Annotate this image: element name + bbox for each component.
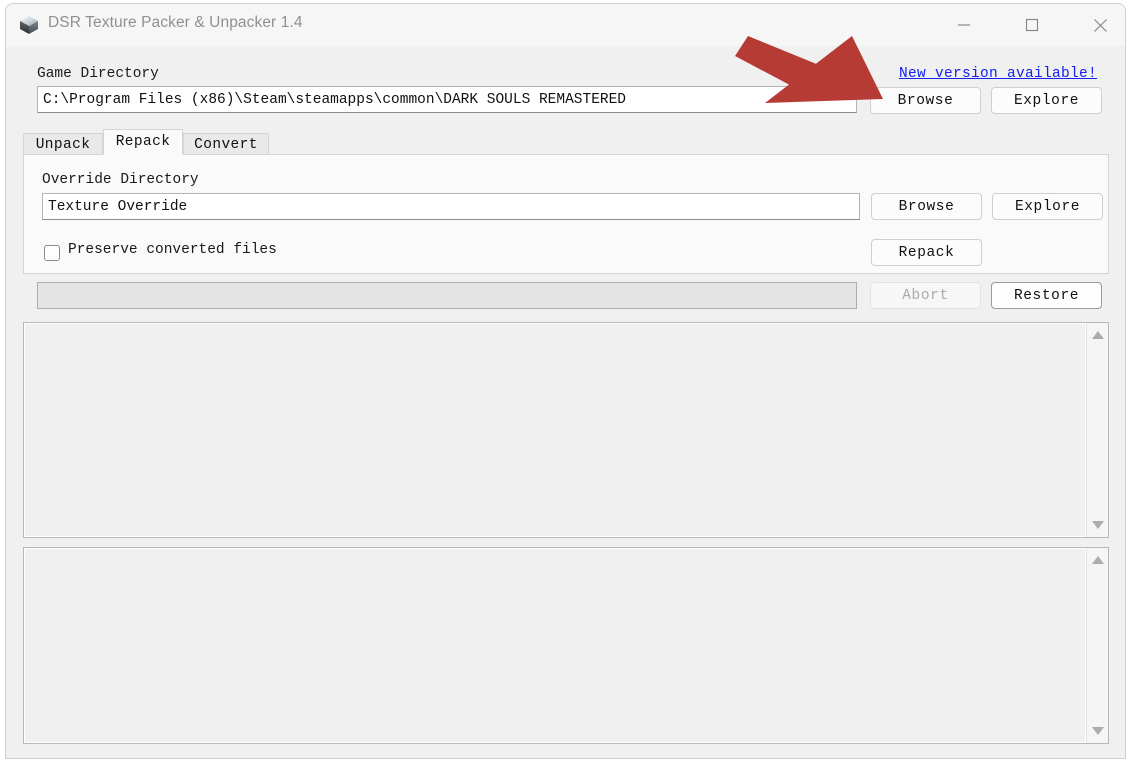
output-log-scrollbar[interactable] xyxy=(1086,323,1108,537)
restore-button[interactable]: Restore xyxy=(991,282,1102,309)
browse-button-game-directory[interactable]: Browse xyxy=(870,87,981,114)
game-directory-input[interactable]: C:\Program Files (x86)\Steam\steamapps\c… xyxy=(37,86,857,113)
title-bar[interactable]: DSR Texture Packer & Unpacker 1.4 xyxy=(6,4,1125,46)
override-directory-label: Override Directory xyxy=(42,172,199,188)
window-title: DSR Texture Packer & Unpacker 1.4 xyxy=(48,14,303,31)
browse-button-override-directory[interactable]: Browse xyxy=(871,193,982,220)
repack-button[interactable]: Repack xyxy=(871,239,982,266)
detail-log-pane xyxy=(23,547,1109,744)
scroll-down-icon[interactable] xyxy=(1087,515,1108,535)
detail-log-scrollbar[interactable] xyxy=(1086,548,1108,743)
output-log-content xyxy=(24,323,1086,537)
new-version-link[interactable]: New version available! xyxy=(899,66,1097,82)
override-directory-input[interactable]: Texture Override xyxy=(42,193,860,220)
abort-button[interactable]: Abort xyxy=(870,282,981,309)
app-window: DSR Texture Packer & Unpacker 1.4 Game D… xyxy=(5,3,1126,759)
preserve-converted-files-label: Preserve converted files xyxy=(68,242,277,258)
explore-button-game-directory[interactable]: Explore xyxy=(991,87,1102,114)
tab-repack[interactable]: Repack xyxy=(103,129,183,155)
scroll-down-icon[interactable] xyxy=(1087,721,1108,741)
repack-tab-panel: Override Directory Texture Override Brow… xyxy=(23,154,1109,274)
tab-unpack[interactable]: Unpack xyxy=(23,133,103,155)
tab-convert[interactable]: Convert xyxy=(183,133,269,155)
explore-button-override-directory[interactable]: Explore xyxy=(992,193,1103,220)
detail-log-content xyxy=(24,548,1086,743)
scroll-up-icon[interactable] xyxy=(1087,325,1108,345)
scroll-up-icon[interactable] xyxy=(1087,550,1108,570)
maximize-icon[interactable] xyxy=(1009,4,1055,46)
cube-icon xyxy=(18,14,40,36)
minimize-icon[interactable] xyxy=(941,4,987,46)
window-content: Game Directory C:\Program Files (x86)\St… xyxy=(6,46,1125,758)
preserve-converted-files-checkbox[interactable] xyxy=(44,245,60,261)
progress-bar xyxy=(37,282,857,309)
output-log-pane xyxy=(23,322,1109,538)
game-directory-label: Game Directory xyxy=(37,66,159,82)
close-icon[interactable] xyxy=(1077,4,1123,46)
